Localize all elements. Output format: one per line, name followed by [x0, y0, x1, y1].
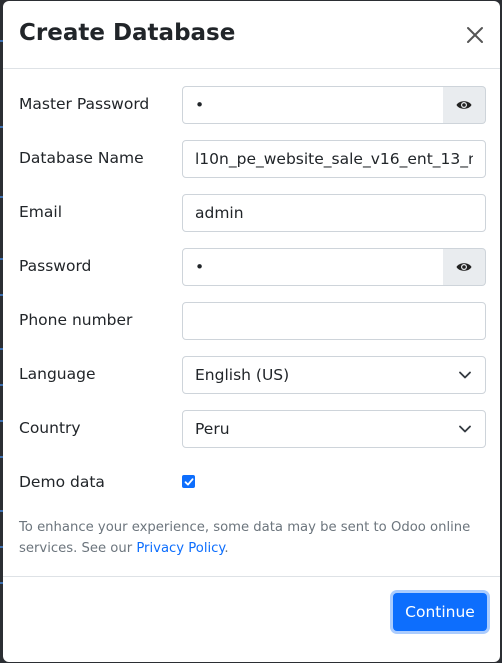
email-row: Email admin — [3, 194, 500, 232]
password-reveal-button[interactable] — [443, 248, 486, 286]
phone-input[interactable] — [182, 302, 486, 340]
privacy-notice: To enhance your experience, some data ma… — [19, 517, 479, 559]
country-label: Country — [19, 419, 81, 437]
language-label: Language — [19, 365, 96, 383]
country-row: Country Peru — [3, 410, 500, 448]
footer-divider — [3, 576, 500, 577]
continue-button[interactable]: Continue — [393, 593, 487, 631]
master-password-input[interactable]: • — [182, 86, 444, 124]
privacy-notice-suffix: . — [224, 541, 229, 556]
phone-label: Phone number — [19, 311, 133, 329]
master-password-label: Master Password — [19, 95, 150, 113]
close-icon — [467, 27, 483, 43]
privacy-policy-link[interactable]: Privacy Policy — [136, 541, 224, 556]
demo-data-label: Demo data — [19, 473, 105, 491]
database-name-input[interactable]: l10n_pe_website_sale_v16_ent_13_ma — [182, 140, 486, 178]
language-select[interactable]: English (US) — [182, 356, 486, 394]
dialog-header: Create Database — [3, 1, 500, 69]
language-row: Language English (US) — [3, 356, 500, 394]
master-password-reveal-button[interactable] — [443, 86, 486, 124]
password-input[interactable]: • — [182, 248, 444, 286]
demo-data-row: Demo data — [3, 473, 500, 511]
check-icon — [184, 477, 193, 485]
master-password-row: Master Password • — [3, 86, 500, 124]
demo-data-checkbox[interactable] — [182, 475, 195, 488]
email-input[interactable]: admin — [182, 194, 486, 232]
dialog-title: Create Database — [19, 20, 236, 46]
close-button[interactable] — [463, 23, 487, 47]
database-name-row: Database Name l10n_pe_website_sale_v16_e… — [3, 140, 500, 178]
eye-icon — [456, 101, 472, 109]
create-database-dialog: Create Database Master Password • Databa… — [3, 1, 500, 662]
country-select[interactable]: Peru — [182, 410, 486, 448]
chevron-down-icon — [459, 425, 471, 433]
email-label: Email — [19, 203, 63, 221]
eye-icon — [456, 263, 472, 271]
chevron-down-icon — [459, 371, 471, 379]
privacy-notice-text: To enhance your experience, some data ma… — [19, 520, 471, 556]
password-label: Password — [19, 257, 92, 275]
database-name-label: Database Name — [19, 149, 144, 167]
password-row: Password • — [3, 248, 500, 286]
phone-row: Phone number — [3, 302, 500, 340]
